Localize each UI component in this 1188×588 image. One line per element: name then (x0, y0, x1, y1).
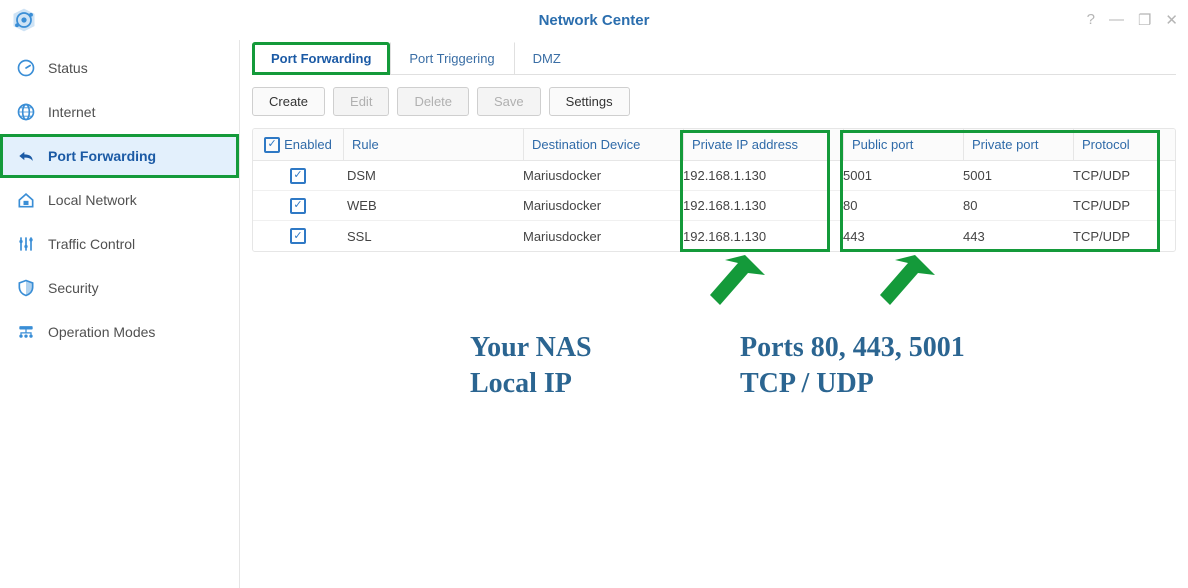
annotation-ports: Ports 80, 443, 5001TCP / UDP (740, 330, 965, 403)
sidebar-item-local-network[interactable]: Local Network (0, 178, 239, 222)
cell-rule: SSL (343, 229, 523, 244)
table-row[interactable]: ✓ SSL Mariusdocker 192.168.1.130 443 443… (253, 221, 1175, 251)
sidebar-item-label: Internet (48, 104, 223, 120)
table-header: ✓ Enabled Rule Destination Device Privat… (253, 129, 1175, 161)
sidebar-item-label: Traffic Control (48, 236, 223, 252)
help-icon[interactable]: ? (1087, 11, 1095, 29)
cell-protocol: TCP/UDP (1073, 168, 1158, 183)
cell-rule: DSM (343, 168, 523, 183)
col-public-port-header[interactable]: Public port (843, 129, 963, 160)
col-protocol-header[interactable]: Protocol (1073, 129, 1158, 160)
main-content: Port Forwarding Port Triggering DMZ Crea… (240, 40, 1188, 588)
tab-port-forwarding[interactable]: Port Forwarding (252, 42, 390, 75)
delete-button[interactable]: Delete (397, 87, 469, 116)
minimize-icon[interactable]: — (1109, 11, 1124, 29)
cell-destination: Mariusdocker (523, 229, 683, 244)
share-icon (16, 146, 36, 166)
sidebar-item-label: Operation Modes (48, 324, 223, 340)
cell-private-ip: 192.168.1.130 (683, 198, 843, 213)
arrow-to-ip (690, 250, 770, 330)
row-checkbox[interactable]: ✓ (290, 168, 306, 184)
edit-button[interactable]: Edit (333, 87, 389, 116)
check-icon: ✓ (264, 137, 280, 153)
create-button[interactable]: Create (252, 87, 325, 116)
sidebar-item-status[interactable]: Status (0, 46, 239, 90)
app-icon (10, 6, 38, 34)
save-button[interactable]: Save (477, 87, 541, 116)
cell-private-ip: 192.168.1.130 (683, 229, 843, 244)
sidebar-item-label: Local Network (48, 192, 223, 208)
cell-private-port: 443 (963, 229, 1073, 244)
sidebar-item-label: Status (48, 60, 223, 76)
row-checkbox[interactable]: ✓ (290, 198, 306, 214)
title-bar: Network Center ? — ❐ ✕ (0, 0, 1188, 40)
cell-private-port: 80 (963, 198, 1073, 213)
maximize-icon[interactable]: ❐ (1138, 11, 1151, 29)
col-private-ip-header[interactable]: Private IP address (683, 129, 843, 160)
globe-icon (16, 102, 36, 122)
cell-private-ip: 192.168.1.130 (683, 168, 843, 183)
sidebar-item-port-forwarding[interactable]: Port Forwarding (0, 134, 239, 178)
home-network-icon (16, 190, 36, 210)
cell-public-port: 5001 (843, 168, 963, 183)
table-row[interactable]: ✓ DSM Mariusdocker 192.168.1.130 5001 50… (253, 161, 1175, 191)
cell-public-port: 80 (843, 198, 963, 213)
window-controls: ? — ❐ ✕ (1087, 11, 1178, 29)
col-rule-header[interactable]: Rule (343, 129, 523, 160)
toolbar: Create Edit Delete Save Settings (252, 75, 1176, 128)
cell-protocol: TCP/UDP (1073, 198, 1158, 213)
gauge-icon (16, 58, 36, 78)
cell-private-port: 5001 (963, 168, 1073, 183)
header-label: Enabled (284, 137, 332, 152)
sidebar: Status Internet Port Forwarding Local Ne… (0, 40, 240, 588)
sidebar-item-security[interactable]: Security (0, 266, 239, 310)
tab-port-triggering[interactable]: Port Triggering (390, 42, 513, 75)
cell-rule: WEB (343, 198, 523, 213)
col-private-port-header[interactable]: Private port (963, 129, 1073, 160)
sidebar-item-internet[interactable]: Internet (0, 90, 239, 134)
cell-public-port: 443 (843, 229, 963, 244)
sidebar-item-label: Port Forwarding (48, 148, 223, 164)
col-enabled-header[interactable]: ✓ Enabled (253, 137, 343, 153)
cell-destination: Mariusdocker (523, 198, 683, 213)
nodes-icon (16, 322, 36, 342)
shield-icon (16, 278, 36, 298)
settings-button[interactable]: Settings (549, 87, 630, 116)
rules-table: ✓ Enabled Rule Destination Device Privat… (252, 128, 1176, 252)
tab-bar: Port Forwarding Port Triggering DMZ (252, 42, 1176, 75)
sidebar-item-traffic-control[interactable]: Traffic Control (0, 222, 239, 266)
sliders-icon (16, 234, 36, 254)
sidebar-item-operation-modes[interactable]: Operation Modes (0, 310, 239, 354)
sidebar-item-label: Security (48, 280, 223, 296)
tab-dmz[interactable]: DMZ (514, 42, 580, 75)
arrow-to-ports (860, 250, 940, 330)
row-checkbox[interactable]: ✓ (290, 228, 306, 244)
window-title: Network Center (0, 12, 1188, 29)
table-row[interactable]: ✓ WEB Mariusdocker 192.168.1.130 80 80 T… (253, 191, 1175, 221)
cell-destination: Mariusdocker (523, 168, 683, 183)
close-icon[interactable]: ✕ (1165, 11, 1178, 29)
annotation-ip: Your NASLocal IP (470, 330, 592, 403)
cell-protocol: TCP/UDP (1073, 229, 1158, 244)
col-destination-header[interactable]: Destination Device (523, 129, 683, 160)
